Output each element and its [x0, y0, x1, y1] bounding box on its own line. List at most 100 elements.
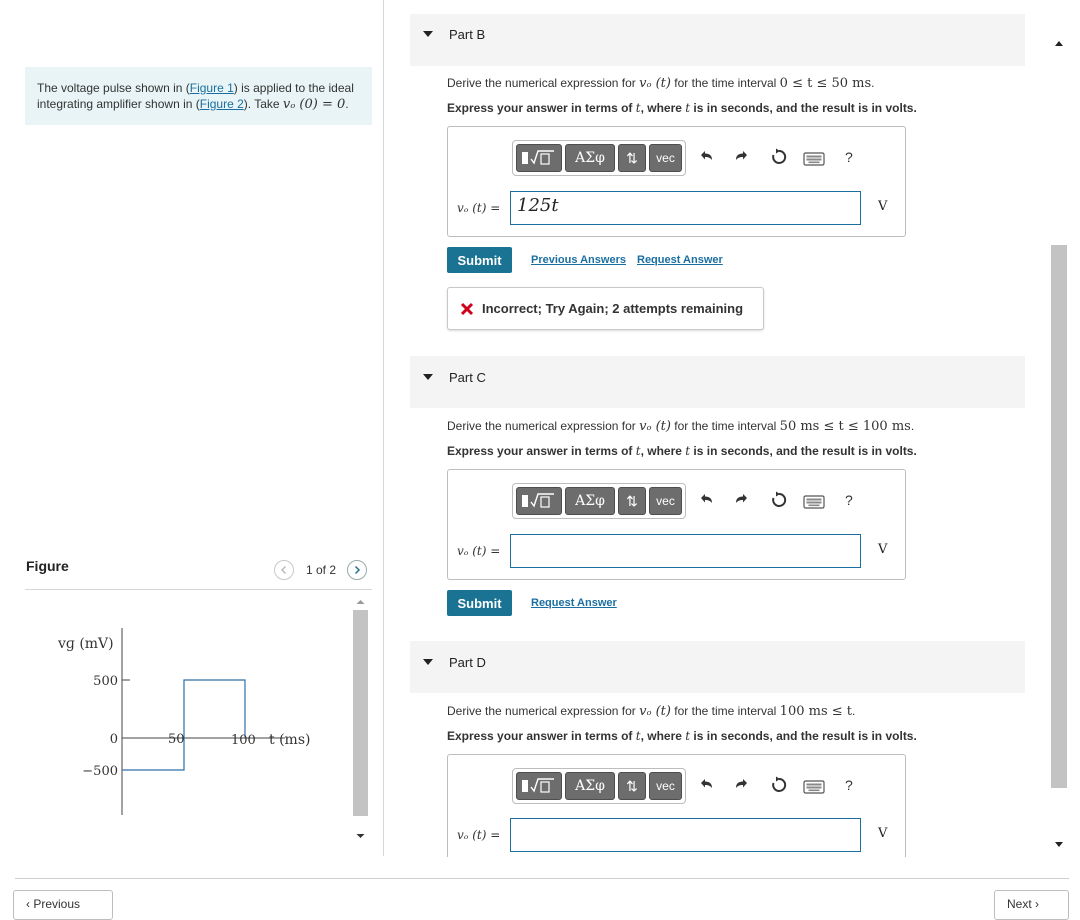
- part-d-header[interactable]: [410, 641, 1025, 693]
- prompt-text: for the time interval: [670, 76, 780, 90]
- arrows-button[interactable]: ⇅: [618, 144, 646, 172]
- part-c-instructions: Express your answer in terms of t, where…: [447, 444, 917, 458]
- equation-label: vₒ (t) =: [457, 201, 500, 215]
- x-axis-label: t (ms): [269, 732, 310, 748]
- request-answer-link[interactable]: Request Answer: [637, 254, 723, 266]
- time-interval: 100 ms ≤ t: [779, 704, 852, 719]
- time-interval: 50 ms ≤ t ≤ 100 ms: [779, 419, 911, 434]
- instruction-text: Express your answer in terms of: [447, 444, 636, 458]
- previous-button[interactable]: ‹ Previous: [13, 890, 113, 920]
- tick-label-0: 0: [110, 732, 118, 747]
- vec-button[interactable]: vec: [649, 487, 682, 515]
- unit-label: V: [878, 826, 888, 841]
- help-button[interactable]: ?: [845, 777, 853, 793]
- vec-button[interactable]: vec: [649, 144, 682, 172]
- figure-label: Figure: [26, 558, 69, 574]
- main-scroll-thumb[interactable]: [1051, 245, 1067, 788]
- figure-2-link[interactable]: Figure 2: [200, 97, 244, 111]
- greek-button[interactable]: ΑΣφ: [565, 487, 615, 515]
- help-button[interactable]: ?: [845, 492, 853, 508]
- instruction-text: is in seconds, and the result is in volt…: [690, 729, 917, 743]
- template-sqrt-icon: [522, 778, 554, 793]
- template-button[interactable]: [516, 144, 562, 172]
- instruction-text: Express your answer in terms of: [447, 729, 636, 743]
- time-interval: 0 ≤ t ≤ 50 ms: [779, 76, 872, 91]
- scroll-down-arrow-icon[interactable]: [356, 834, 365, 838]
- part-c-header[interactable]: [410, 356, 1025, 408]
- scroll-down-arrow-icon[interactable]: [1055, 842, 1063, 847]
- collapse-icon[interactable]: [423, 31, 433, 37]
- prompt-text: Derive the numerical expression for: [447, 704, 640, 718]
- problem-statement: The voltage pulse shown in (Figure 1) is…: [25, 67, 372, 125]
- tick-label-50: 50: [168, 732, 185, 747]
- keyboard-icon[interactable]: [803, 152, 825, 166]
- reset-icon[interactable]: [769, 490, 789, 510]
- keyboard-icon[interactable]: [803, 495, 825, 509]
- arrows-button[interactable]: ⇅: [618, 772, 646, 800]
- greek-button[interactable]: ΑΣφ: [565, 144, 615, 172]
- prompt-text: .: [871, 76, 875, 90]
- y-axis-label: vɡ (mV): [57, 636, 114, 652]
- part-b-submit-button[interactable]: Submit: [447, 247, 512, 273]
- voltage-pulse-figure: vɡ (mV) 500 0 −500 50 100 t (ms): [57, 628, 310, 815]
- request-answer-link[interactable]: Request Answer: [531, 597, 617, 609]
- part-c-answer-input[interactable]: [510, 534, 861, 568]
- figure-scroll-thumb[interactable]: [353, 610, 368, 816]
- prompt-text: Derive the numerical expression for: [447, 76, 640, 90]
- equation-label-text: vₒ (t) =: [457, 201, 501, 215]
- part-b-prompt: Derive the numerical expression for vₒ (…: [447, 76, 875, 91]
- unit-label: V: [878, 199, 888, 214]
- keyboard-icon[interactable]: [803, 780, 825, 794]
- prompt-text: for the time interval: [670, 704, 780, 718]
- collapse-icon[interactable]: [423, 659, 433, 665]
- template-button[interactable]: [516, 772, 562, 800]
- instruction-text: is in seconds, and the result is in volt…: [690, 101, 917, 115]
- error-x-icon: [460, 302, 474, 315]
- redo-icon[interactable]: [733, 491, 751, 509]
- chevron-left-icon: [280, 565, 287, 575]
- part-c-submit-button[interactable]: Submit: [447, 590, 512, 616]
- scroll-up-arrow-icon[interactable]: [356, 600, 365, 604]
- undo-icon[interactable]: [697, 148, 715, 166]
- prompt-text: for the time interval: [670, 419, 780, 433]
- part-d-answer-input[interactable]: [510, 818, 861, 852]
- undo-icon[interactable]: [697, 491, 715, 509]
- arrows-button[interactable]: ⇅: [618, 487, 646, 515]
- reset-icon[interactable]: [769, 147, 789, 167]
- part-d-instructions: Express your answer in terms of t, where…: [447, 729, 917, 743]
- vec-button[interactable]: vec: [649, 772, 682, 800]
- part-b-title: Part B: [449, 27, 486, 42]
- template-button[interactable]: [516, 487, 562, 515]
- part-b-header[interactable]: [410, 14, 1025, 66]
- part-d-prompt: Derive the numerical expression for vₒ (…: [447, 704, 855, 719]
- part-c-prompt: Derive the numerical expression for vₒ (…: [447, 419, 914, 434]
- tick-label-500: 500: [93, 674, 118, 689]
- previous-answers-link[interactable]: Previous Answers: [531, 254, 626, 266]
- initial-condition: vₒ (0) = 0: [282, 97, 346, 112]
- figure-prev-button[interactable]: [274, 560, 294, 580]
- instruction-text: is in seconds, and the result is in volt…: [690, 444, 917, 458]
- part-b-answer-input[interactable]: 125t: [510, 191, 861, 225]
- math-toolbar: ΑΣφ ⇅ vec: [512, 483, 686, 519]
- template-sqrt-icon: [522, 493, 554, 508]
- help-button[interactable]: ?: [845, 149, 853, 165]
- greek-button[interactable]: ΑΣφ: [565, 772, 615, 800]
- redo-icon[interactable]: [733, 148, 751, 166]
- undo-icon[interactable]: [697, 776, 715, 794]
- figure-separator: [25, 589, 372, 590]
- figure-1-link[interactable]: Figure 1: [190, 81, 234, 95]
- figure-scrollbar[interactable]: [352, 598, 369, 846]
- scroll-up-arrow-icon[interactable]: [1055, 41, 1063, 46]
- next-button[interactable]: Next ›: [994, 890, 1069, 920]
- pulse-waveform: [122, 679, 246, 771]
- figure-next-button[interactable]: [347, 560, 367, 580]
- part-c-title: Part C: [449, 370, 486, 385]
- part-d-title: Part D: [449, 655, 486, 670]
- redo-icon[interactable]: [733, 776, 751, 794]
- main-scrollbar[interactable]: [1050, 30, 1068, 858]
- collapse-icon[interactable]: [423, 374, 433, 380]
- feedback-text: Incorrect; Try Again; 2 attempts remaini…: [482, 301, 744, 316]
- reset-icon[interactable]: [769, 775, 789, 795]
- prompt-text: Derive the numerical expression for: [447, 419, 640, 433]
- equation-label-text: vₒ (t) =: [457, 544, 501, 558]
